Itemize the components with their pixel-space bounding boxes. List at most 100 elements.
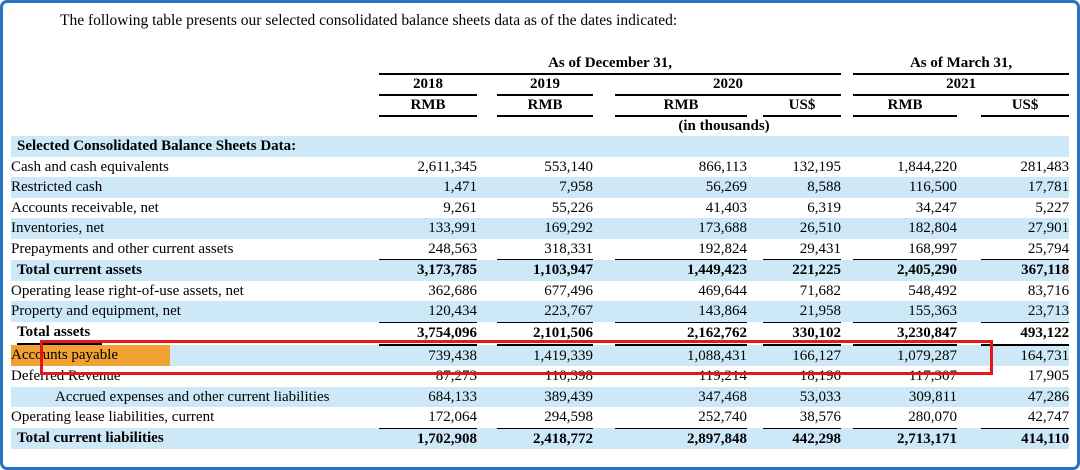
column-gap (957, 218, 981, 239)
column-gap (841, 322, 853, 345)
column-gap (957, 345, 981, 367)
cell-rmb2018: 1,471 (379, 177, 477, 198)
cell-usd2021: 367,118 (981, 260, 1069, 281)
cell-rmb2020: 173,688 (615, 218, 747, 239)
table-row: Property and equipment, net120,434223,76… (11, 301, 1069, 322)
intro-text: The following table presents our selecte… (33, 11, 1053, 31)
row-label: Inventories, net (11, 218, 379, 239)
header-group-march: As of March 31, (853, 54, 1069, 74)
column-gap (841, 345, 853, 367)
cell-rmb2018: 739,438 (379, 345, 477, 367)
cell-rmb2020: 252,740 (615, 407, 747, 428)
column-gap (593, 322, 615, 345)
column-gap (841, 407, 853, 428)
cell-rmb2021: 280,070 (853, 407, 957, 428)
cell-rmb2020: 56,269 (615, 177, 747, 198)
cell-rmb2018: 3,173,785 (379, 260, 477, 281)
column-gap (841, 239, 853, 260)
column-gap (957, 301, 981, 322)
cell-usd2021: 414,110 (981, 428, 1069, 449)
column-gap (957, 260, 981, 281)
cell-rmb2019: 677,496 (497, 281, 593, 302)
table-row: Accrued expenses and other current liabi… (11, 387, 1069, 408)
cell-rmb2021: 182,804 (853, 218, 957, 239)
cell-rmb2020: 41,403 (615, 198, 747, 219)
column-gap (477, 198, 497, 219)
header-year-2020: 2020 (615, 74, 841, 95)
document-page: The following table presents our selecte… (0, 0, 1080, 470)
cell-usd2020: 6,319 (763, 198, 841, 219)
column-gap (477, 177, 497, 198)
row-label: Accounts receivable, net (11, 198, 379, 219)
header-rmb-2019: RMB (497, 95, 593, 116)
column-gap (593, 428, 615, 449)
row-label: Total current assets (11, 260, 379, 281)
column-gap (747, 157, 763, 178)
column-gap (477, 366, 497, 387)
cell-rmb2021: 548,492 (853, 281, 957, 302)
column-gap (593, 366, 615, 387)
table-row: Cash and cash equivalents2,611,345553,14… (11, 157, 1069, 178)
cell-usd2020: 132,195 (763, 157, 841, 178)
cell-rmb2019: 223,767 (497, 301, 593, 322)
table-row: Total current assets3,173,7851,103,9471,… (11, 260, 1069, 281)
cell-rmb2021: 1,079,287 (853, 345, 957, 367)
cell-usd2020: 18,196 (763, 366, 841, 387)
cell-rmb2019: 318,331 (497, 239, 593, 260)
header-usd-2020: US$ (763, 95, 841, 116)
table-header: As of December 31, As of March 31, 2018 … (11, 54, 1069, 136)
header-spacer (11, 54, 379, 74)
cell-rmb2018: 3,754,096 (379, 322, 477, 345)
row-label: Operating lease right-of-use assets, net (11, 281, 379, 302)
column-gap (747, 260, 763, 281)
column-gap (841, 387, 853, 408)
column-gap (747, 407, 763, 428)
column-gap (477, 387, 497, 408)
cell-usd2020: 26,510 (763, 218, 841, 239)
cell-rmb2020: 192,824 (615, 239, 747, 260)
column-gap (957, 407, 981, 428)
column-gap (957, 281, 981, 302)
cell-usd2021: 42,747 (981, 407, 1069, 428)
cell-usd2020: 71,682 (763, 281, 841, 302)
header-usd-2021: US$ (981, 95, 1069, 116)
column-gap (477, 301, 497, 322)
column-gap (747, 322, 763, 345)
header-rmb-2021: RMB (853, 95, 957, 116)
column-gap (747, 198, 763, 219)
unit-note: (in thousands) (379, 116, 1069, 136)
cell-rmb2020: 347,468 (615, 387, 747, 408)
cell-usd2020: 166,127 (763, 345, 841, 367)
column-gap (593, 407, 615, 428)
cell-usd2021: 5,227 (981, 198, 1069, 219)
column-gap (747, 281, 763, 302)
row-label: Total assets (11, 322, 379, 345)
column-gap (593, 281, 615, 302)
column-gap (593, 260, 615, 281)
cell-usd2021: 164,731 (981, 345, 1069, 367)
cell-usd2020: 38,576 (763, 407, 841, 428)
column-gap (477, 345, 497, 367)
column-gap (957, 157, 981, 178)
cell-rmb2021: 309,811 (853, 387, 957, 408)
cell-rmb2019: 7,958 (497, 177, 593, 198)
column-gap (477, 407, 497, 428)
cell-rmb2021: 155,363 (853, 301, 957, 322)
column-gap (841, 157, 853, 178)
row-label: Accrued expenses and other current liabi… (11, 387, 379, 408)
cell-rmb2018: 87,273 (379, 366, 477, 387)
row-label: Deferred Revenue (11, 366, 379, 387)
column-gap (593, 198, 615, 219)
table-row: Operating lease liabilities, current172,… (11, 407, 1069, 428)
row-label: Restricted cash (11, 177, 379, 198)
cell-rmb2018: 120,434 (379, 301, 477, 322)
table-row: Total current liabilities1,702,9082,418,… (11, 428, 1069, 449)
cell-rmb2019: 553,140 (497, 157, 593, 178)
balance-sheet-table: As of December 31, As of March 31, 2018 … (11, 54, 1069, 449)
cell-usd2021: 23,713 (981, 301, 1069, 322)
cell-rmb2021: 117,307 (853, 366, 957, 387)
cell-rmb2021: 168,997 (853, 239, 957, 260)
cell-rmb2020: 143,864 (615, 301, 747, 322)
cell-usd2021: 493,122 (981, 322, 1069, 345)
column-gap (477, 260, 497, 281)
